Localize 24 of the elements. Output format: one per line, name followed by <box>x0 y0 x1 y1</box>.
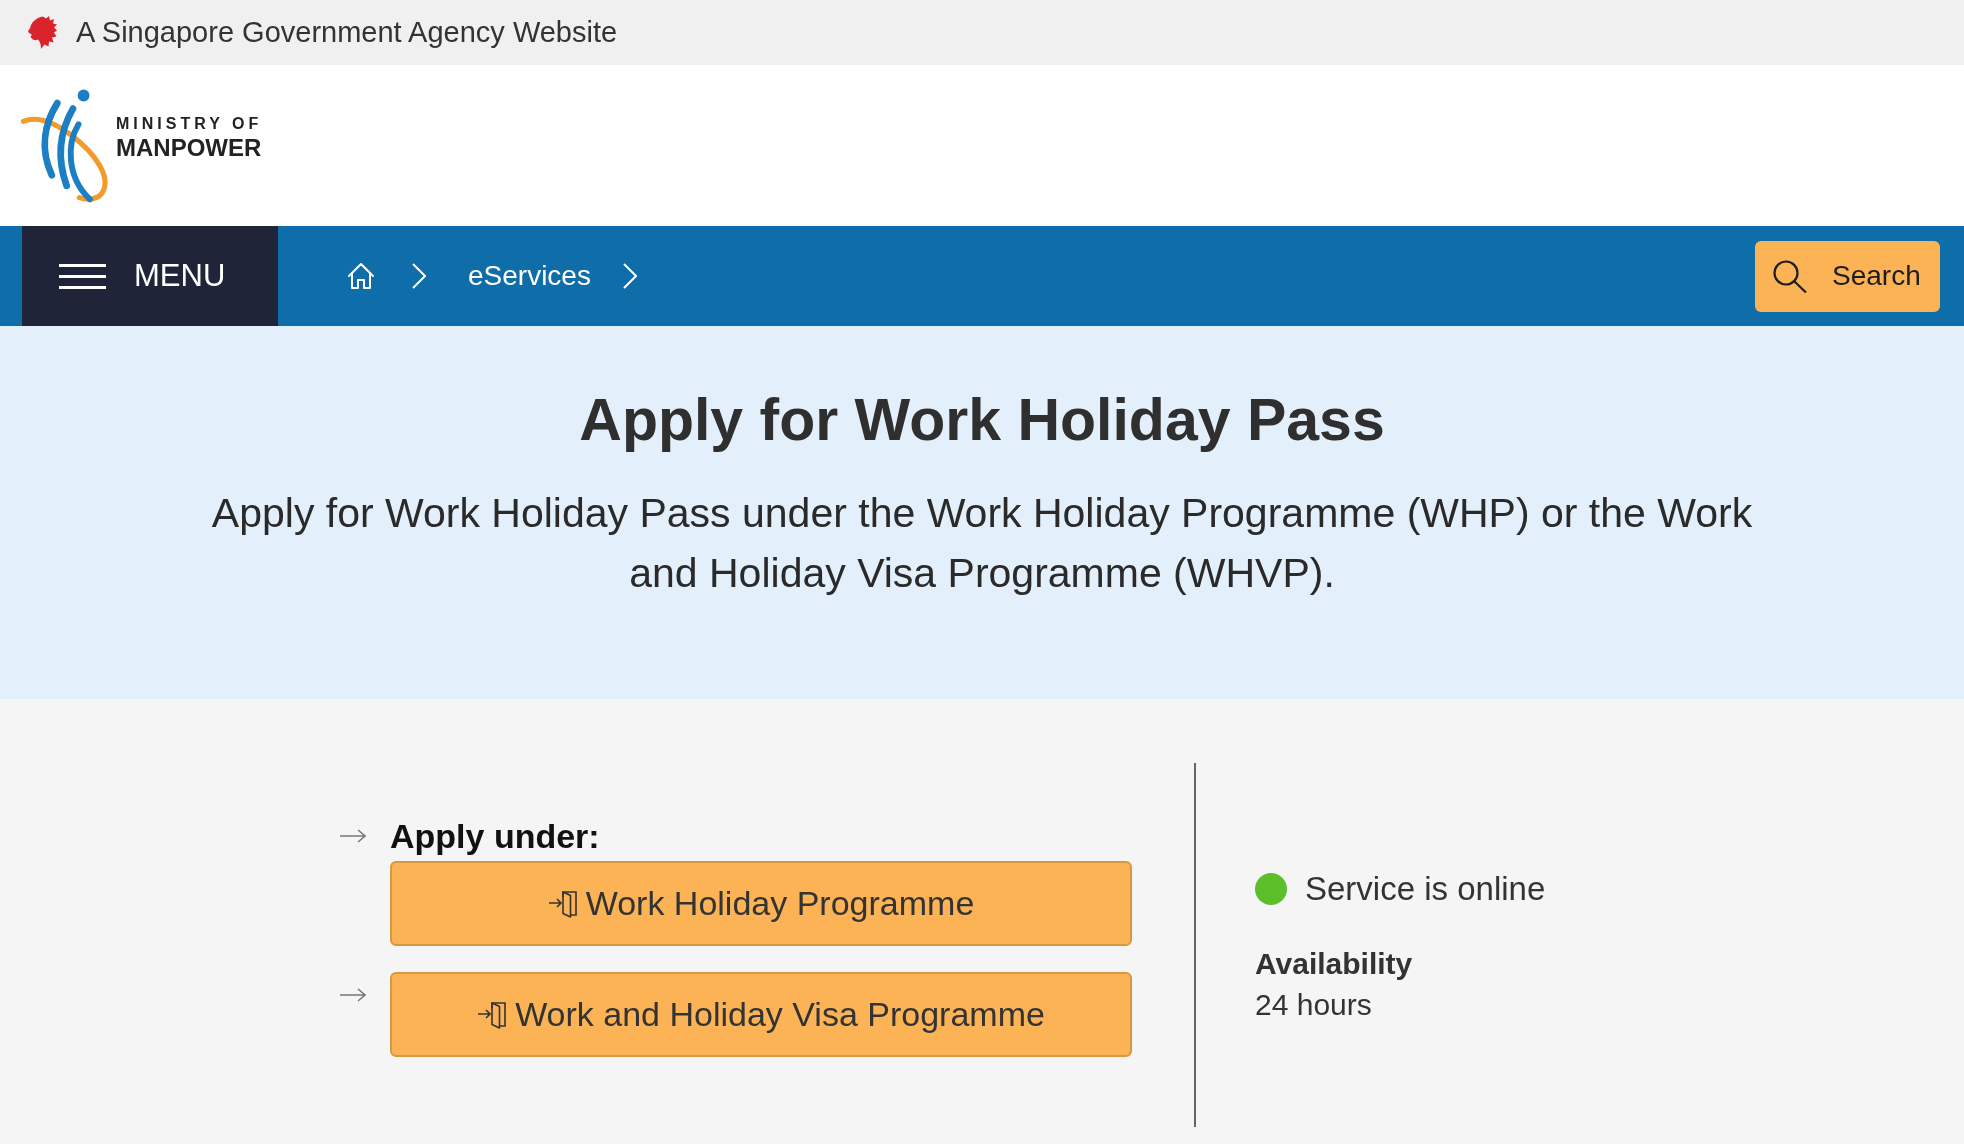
breadcrumb-link[interactable]: eServices <box>468 260 591 292</box>
programme-button[interactable]: Work Holiday Programme <box>390 861 1132 946</box>
availability-value: 24 hours <box>1255 987 1372 1023</box>
gov-banner-text: A Singapore Government Agency Website <box>76 16 618 49</box>
home-icon[interactable] <box>347 262 375 290</box>
status-text: Service is online <box>1305 870 1546 908</box>
availability-label: Availability <box>1255 946 1413 982</box>
arrow-right-icon <box>340 988 366 1002</box>
logo-text: MANPOWER <box>116 134 263 162</box>
search-button[interactable]: Search <box>1755 240 1940 312</box>
chevron-right-icon <box>412 263 426 289</box>
menu-button[interactable]: MENU <box>22 226 278 326</box>
logo-text: MINISTRY OF <box>116 114 263 134</box>
page-title: Apply for Work Holiday Pass <box>579 386 1385 455</box>
programme-button[interactable]: Work and Holiday Visa Programme <box>390 972 1132 1057</box>
menu-icon <box>59 263 106 289</box>
door-enter-icon <box>547 889 578 918</box>
search-icon <box>1773 259 1807 293</box>
arrow-right-icon <box>340 829 366 843</box>
apply-heading: Apply under: <box>390 816 600 857</box>
door-enter-icon <box>477 1000 508 1029</box>
chevron-right-icon <box>622 263 637 289</box>
page-subtitle: Apply for Work Holiday Pass under the Work Holiday Programme (WHP) or the Work and Holiday Visa Programme (WHVP). <box>210 489 1754 598</box>
lion-head-icon <box>27 15 57 50</box>
